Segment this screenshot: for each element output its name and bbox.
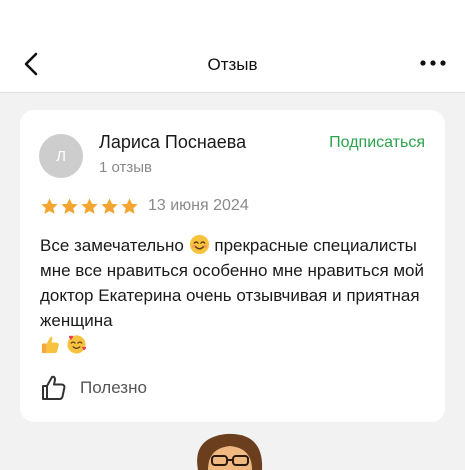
author-review-count: 1 отзыв — [99, 159, 153, 176]
thumbs-up-icon — [41, 336, 59, 354]
smiling-face-icon — [189, 234, 209, 255]
author-name[interactable]: Лариса Поснаева — [99, 132, 246, 153]
review-text-part1: Все замечательно — [40, 236, 184, 255]
helpful-button[interactable]: Полезно — [80, 378, 147, 398]
star-icon — [61, 198, 78, 214]
review-date: 13 июня 2024 — [148, 197, 249, 214]
star-icon — [121, 198, 138, 214]
thumbs-up-icon[interactable] — [40, 374, 68, 402]
app-header: Отзыв — [0, 0, 465, 93]
avatar[interactable]: Л — [39, 134, 83, 178]
page-title: Отзыв — [207, 55, 258, 74]
star-icon — [41, 198, 58, 214]
star-icon — [81, 198, 98, 214]
more-horizontal-icon[interactable] — [419, 58, 447, 68]
rating-stars — [40, 197, 139, 217]
subscribe-button[interactable]: Подписаться — [329, 134, 425, 152]
memoji-sticker-icon — [197, 433, 263, 470]
review-text: Все замечательно прекрасные специалисты … — [40, 233, 435, 358]
star-icon — [101, 198, 118, 214]
review-card: Л Лариса Поснаева 1 отзыв Подписаться 13… — [20, 110, 445, 422]
smiling-face-with-hearts-icon — [67, 335, 86, 354]
